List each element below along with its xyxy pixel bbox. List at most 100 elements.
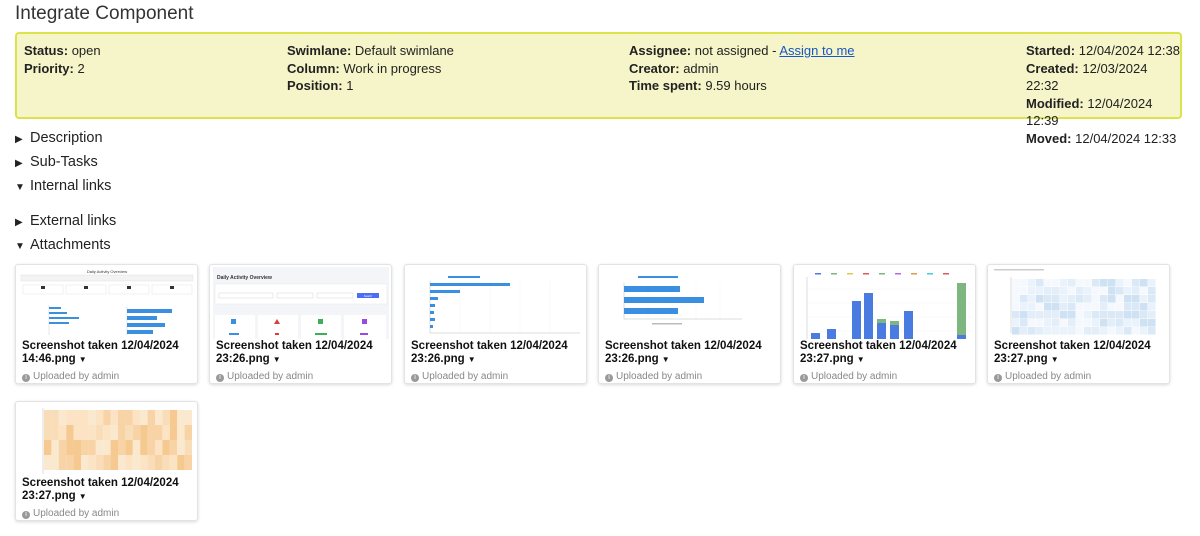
heatmap-cell bbox=[1140, 295, 1148, 303]
attachment-card[interactable]: Daily Activity Overview Screenshot taken… bbox=[15, 264, 198, 384]
section-attachments[interactable]: ▼ Attachments bbox=[15, 237, 111, 253]
heatmap-cell bbox=[88, 440, 96, 455]
heatmap-cell bbox=[1108, 295, 1116, 303]
svg-text:Daily Activity Overview: Daily Activity Overview bbox=[87, 269, 127, 274]
heatmap-cell bbox=[1060, 311, 1068, 319]
section-description[interactable]: ▶ Description bbox=[15, 130, 103, 146]
caret-down-icon[interactable]: ▼ bbox=[273, 355, 281, 364]
heatmap-cell bbox=[1068, 287, 1076, 295]
attachment-thumbnail[interactable] bbox=[602, 267, 778, 339]
heatmap-cell bbox=[95, 410, 104, 425]
attachment-name[interactable]: Screenshot taken 12/04/2024 23:26.png ▼ bbox=[605, 340, 777, 366]
heatmap-cell bbox=[1124, 287, 1132, 295]
heatmap-cell bbox=[1092, 295, 1100, 303]
attachment-thumbnail[interactable] bbox=[797, 267, 973, 339]
section-sub-tasks[interactable]: ▶ Sub-Tasks bbox=[15, 154, 98, 170]
caret-down-icon[interactable]: ▼ bbox=[1051, 355, 1059, 364]
heatmap-cell bbox=[1100, 279, 1108, 287]
heatmap-cell bbox=[1108, 279, 1116, 287]
attachment-name[interactable]: Screenshot taken 12/04/2024 23:27.png ▼ bbox=[800, 340, 972, 366]
heatmap-cell bbox=[1020, 327, 1028, 335]
heatmap-cell bbox=[1052, 303, 1060, 311]
attachment-name[interactable]: Screenshot taken 12/04/2024 23:27.png ▼ bbox=[22, 477, 194, 503]
attachment-thumbnail[interactable] bbox=[19, 404, 195, 476]
heatmap-cell bbox=[1012, 319, 1020, 327]
info-icon: i bbox=[216, 374, 224, 382]
heatmap-cell bbox=[1108, 303, 1116, 311]
info-icon: i bbox=[994, 374, 1002, 382]
heatmap-cell bbox=[103, 410, 111, 425]
heatmap-cell bbox=[1148, 295, 1156, 303]
heatmap-cell bbox=[118, 455, 126, 470]
attachment-card[interactable]: Screenshot taken 12/04/2024 23:27.png ▼ i… bbox=[793, 264, 976, 384]
attachment-thumbnail[interactable]: Daily Activity Overview Search bbox=[213, 267, 389, 339]
info-icon: i bbox=[411, 374, 419, 382]
heatmap-cell bbox=[58, 455, 67, 470]
attachment-thumbnail[interactable] bbox=[408, 267, 584, 339]
heatmap-cell bbox=[110, 425, 118, 440]
heatmap-cell bbox=[88, 455, 96, 470]
heatmap-cell bbox=[1036, 295, 1044, 303]
attachment-name[interactable]: Screenshot taken 12/04/2024 23:27.png ▼ bbox=[994, 340, 1166, 366]
heatmap-cell bbox=[1116, 319, 1124, 327]
heatmap-cell bbox=[1068, 295, 1076, 303]
caret-down-icon[interactable]: ▼ bbox=[79, 492, 87, 501]
swimlane-value: Default swimlane bbox=[354, 43, 454, 58]
heatmap-cell bbox=[1092, 303, 1100, 311]
attachment-name[interactable]: Screenshot taken 12/04/2024 14:46.png ▼ bbox=[22, 340, 194, 366]
heatmap-cell bbox=[1028, 279, 1036, 287]
heatmap-cell bbox=[1084, 303, 1092, 311]
attachment-card[interactable]: Screenshot taken 12/04/2024 23:26.png ▼ i… bbox=[598, 264, 781, 384]
attachment-card[interactable]: Screenshot taken 12/04/2024 23:27.png ▼ i… bbox=[15, 401, 198, 521]
heatmap-cell bbox=[1068, 311, 1076, 319]
heatmap-cell bbox=[1044, 327, 1052, 335]
heatmap-cell bbox=[1068, 319, 1076, 327]
heatmap-cell bbox=[1084, 319, 1092, 327]
attachment-thumbnail[interactable] bbox=[991, 267, 1167, 339]
attachment-card[interactable]: Screenshot taken 12/04/2024 23:26.png ▼ i… bbox=[404, 264, 587, 384]
caret-down-icon[interactable]: ▼ bbox=[662, 355, 670, 364]
heatmap-cell bbox=[147, 410, 155, 425]
attachment-thumbnail[interactable]: Daily Activity Overview bbox=[19, 267, 195, 339]
attachment-uploader: i Uploaded by admin bbox=[22, 371, 119, 382]
heatmap-cell bbox=[140, 455, 148, 470]
info-icon: i bbox=[605, 374, 613, 382]
heatmap-cell bbox=[155, 425, 163, 440]
info-icon: i bbox=[800, 374, 808, 382]
section-internal-links[interactable]: ▼ Internal links bbox=[15, 178, 111, 194]
attachment-card[interactable]: Screenshot taken 12/04/2024 23:27.png ▼ i… bbox=[987, 264, 1170, 384]
heatmap-cell bbox=[1124, 303, 1132, 311]
heatmap-cell bbox=[1044, 303, 1052, 311]
heatmap-cell bbox=[1100, 287, 1108, 295]
svg-text:Daily Activity Overview: Daily Activity Overview bbox=[217, 275, 272, 281]
heatmap-cell bbox=[88, 410, 96, 425]
heatmap-cell bbox=[58, 410, 67, 425]
caret-down-icon[interactable]: ▼ bbox=[79, 355, 87, 364]
heatmap-cell bbox=[1092, 287, 1100, 295]
caret-down-icon[interactable]: ▼ bbox=[468, 355, 476, 364]
heatmap-cell bbox=[44, 440, 52, 455]
heatmap-cell bbox=[132, 425, 141, 440]
triangle-right-icon: ▶ bbox=[15, 158, 23, 169]
heatmap-cell bbox=[1060, 319, 1068, 327]
heatmap-cell bbox=[1116, 287, 1124, 295]
attachment-card[interactable]: Daily Activity Overview Search Screensho… bbox=[209, 264, 392, 384]
heatmap-cell bbox=[81, 410, 89, 425]
caret-down-icon[interactable]: ▼ bbox=[857, 355, 865, 364]
heatmap-cell bbox=[88, 425, 96, 440]
heatmap-cell bbox=[1028, 295, 1036, 303]
heatmap-cell bbox=[1116, 295, 1124, 303]
heatmap-cell bbox=[1044, 295, 1052, 303]
heatmap-cell bbox=[110, 410, 118, 425]
section-external-links[interactable]: ▶ External links bbox=[15, 213, 116, 229]
attachment-name[interactable]: Screenshot taken 12/04/2024 23:26.png ▼ bbox=[216, 340, 388, 366]
heatmap-cell bbox=[44, 455, 52, 470]
heatmap-cell bbox=[1108, 319, 1116, 327]
heatmap-cell bbox=[155, 410, 163, 425]
status-row: Status: open bbox=[24, 43, 101, 58]
assign-to-me-link[interactable]: Assign to me bbox=[779, 43, 854, 58]
attachment-name[interactable]: Screenshot taken 12/04/2024 23:26.png ▼ bbox=[411, 340, 583, 366]
heatmap-cell bbox=[1148, 327, 1156, 335]
heatmap-cell bbox=[1148, 311, 1156, 319]
heatmap-cell bbox=[177, 440, 185, 455]
